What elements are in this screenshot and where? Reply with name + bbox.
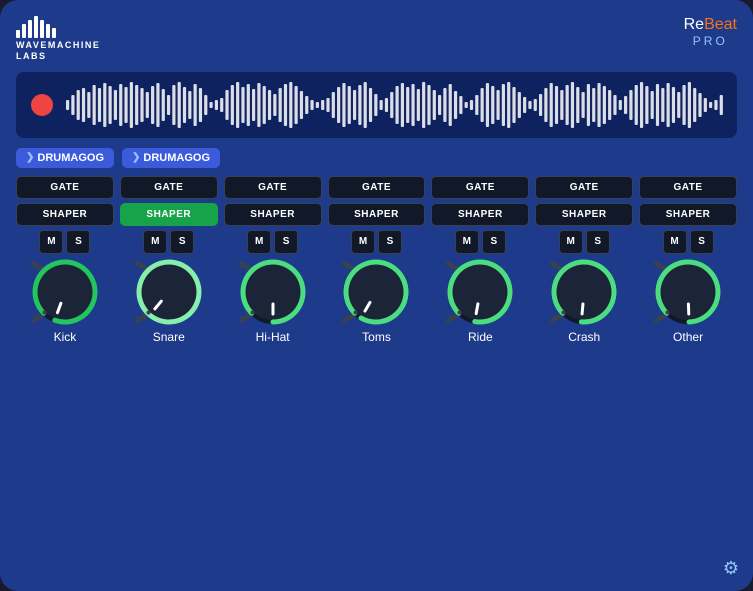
drumagog-button-1[interactable]: ❯ DRUMAGOG [16, 148, 114, 168]
channel-label-1: Snare [153, 330, 185, 344]
gate-button-6[interactable]: GATE [639, 176, 737, 199]
mute-button-0[interactable]: M [39, 230, 63, 254]
solo-button-5[interactable]: S [586, 230, 610, 254]
knob-wrapper-6[interactable] [654, 258, 722, 326]
shaper-button-1[interactable]: SHAPER [120, 203, 218, 226]
bar7 [52, 28, 56, 38]
logo-text-line2: LABS [16, 51, 47, 62]
knob-svg-1 [135, 258, 203, 326]
drumagog-arrow-1: ❯ [26, 152, 34, 163]
bar1 [16, 30, 20, 38]
channel-kick: GATE SHAPER MS Kick [16, 176, 114, 344]
shaper-button-5[interactable]: SHAPER [535, 203, 633, 226]
channel-label-6: Other [673, 330, 703, 344]
waveform-section [16, 72, 737, 138]
app-container: WAVEMACHINE LABS ReBeat PRO [0, 0, 753, 591]
knob-svg-0 [31, 258, 99, 326]
bar2 [22, 24, 26, 38]
mute-button-1[interactable]: M [143, 230, 167, 254]
knob-svg-3 [342, 258, 410, 326]
gate-button-0[interactable]: GATE [16, 176, 114, 199]
solo-button-6[interactable]: S [690, 230, 714, 254]
channel-ride: GATE SHAPER MS Ride [431, 176, 529, 344]
channel-label-5: Crash [568, 330, 600, 344]
channel-label-0: Kick [54, 330, 77, 344]
gate-button-1[interactable]: GATE [120, 176, 218, 199]
gate-button-3[interactable]: GATE [328, 176, 426, 199]
record-button[interactable] [28, 91, 56, 119]
ms-row-6: MS [639, 230, 737, 254]
ms-row-5: MS [535, 230, 633, 254]
knob-svg-6 [654, 258, 722, 326]
knob-svg-5 [550, 258, 618, 326]
channel-crash: GATE SHAPER MS Crash [535, 176, 633, 344]
drumagog-label-1: DRUMAGOG [37, 152, 104, 164]
channels-grid: GATESHAPERMS KickGATESHAPERMS SnareGATES… [16, 176, 737, 344]
waveform-display [66, 80, 725, 130]
shaper-button-3[interactable]: SHAPER [328, 203, 426, 226]
logo-bars [16, 16, 56, 38]
bar5 [40, 20, 44, 38]
waveform-svg [66, 80, 725, 130]
knob-wrapper-1[interactable] [135, 258, 203, 326]
rebeat-logo: ReBeat PRO [684, 16, 737, 48]
solo-button-4[interactable]: S [482, 230, 506, 254]
knob-wrapper-3[interactable] [342, 258, 410, 326]
mute-button-4[interactable]: M [455, 230, 479, 254]
header: WAVEMACHINE LABS ReBeat PRO [16, 16, 737, 62]
solo-button-1[interactable]: S [170, 230, 194, 254]
settings-icon[interactable]: ⚙ [723, 558, 739, 579]
channel-hi-hat: GATE SHAPER MS Hi-Hat [224, 176, 322, 344]
gate-button-4[interactable]: GATE [431, 176, 529, 199]
shaper-button-4[interactable]: SHAPER [431, 203, 529, 226]
mute-button-2[interactable]: M [247, 230, 271, 254]
drumagog-arrow-2: ❯ [132, 152, 140, 163]
drumagog-button-2[interactable]: ❯ DRUMAGOG [122, 148, 220, 168]
drumagog-label-2: DRUMAGOG [143, 152, 210, 164]
rebeat-re: Re [684, 16, 704, 33]
solo-button-3[interactable]: S [378, 230, 402, 254]
mute-button-3[interactable]: M [351, 230, 375, 254]
knob-wrapper-2[interactable] [239, 258, 307, 326]
gate-button-2[interactable]: GATE [224, 176, 322, 199]
channel-label-3: Toms [362, 330, 391, 344]
knob-wrapper-5[interactable] [550, 258, 618, 326]
logo-area: WAVEMACHINE LABS [16, 16, 100, 62]
drumagog-row: ❯ DRUMAGOG ❯ DRUMAGOG [16, 148, 737, 168]
rebeat-title: ReBeat [684, 16, 737, 34]
knob-svg-4 [446, 258, 514, 326]
shaper-button-6[interactable]: SHAPER [639, 203, 737, 226]
bar6 [46, 24, 50, 38]
channel-label-4: Ride [468, 330, 493, 344]
ms-row-0: MS [16, 230, 114, 254]
mute-button-5[interactable]: M [559, 230, 583, 254]
shaper-button-2[interactable]: SHAPER [224, 203, 322, 226]
gate-button-5[interactable]: GATE [535, 176, 633, 199]
channel-label-2: Hi-Hat [256, 330, 290, 344]
channel-snare: GATE SHAPER MS Snare [120, 176, 218, 344]
mute-button-6[interactable]: M [663, 230, 687, 254]
solo-button-2[interactable]: S [274, 230, 298, 254]
channel-toms: GATE SHAPER MS Toms [328, 176, 426, 344]
rebeat-pro: PRO [684, 34, 737, 48]
ms-row-4: MS [431, 230, 529, 254]
solo-button-0[interactable]: S [66, 230, 90, 254]
logo-text-line1: WAVEMACHINE [16, 40, 100, 51]
ms-row-3: MS [328, 230, 426, 254]
channel-other: GATE SHAPER MS Other [639, 176, 737, 344]
record-circle [31, 94, 53, 116]
rebeat-beat: Beat [704, 16, 737, 33]
bar3 [28, 20, 32, 38]
ms-row-1: MS [120, 230, 218, 254]
ms-row-2: MS [224, 230, 322, 254]
knob-wrapper-0[interactable] [31, 258, 99, 326]
knob-wrapper-4[interactable] [446, 258, 514, 326]
bar4 [34, 16, 38, 38]
knob-svg-2 [239, 258, 307, 326]
shaper-button-0[interactable]: SHAPER [16, 203, 114, 226]
